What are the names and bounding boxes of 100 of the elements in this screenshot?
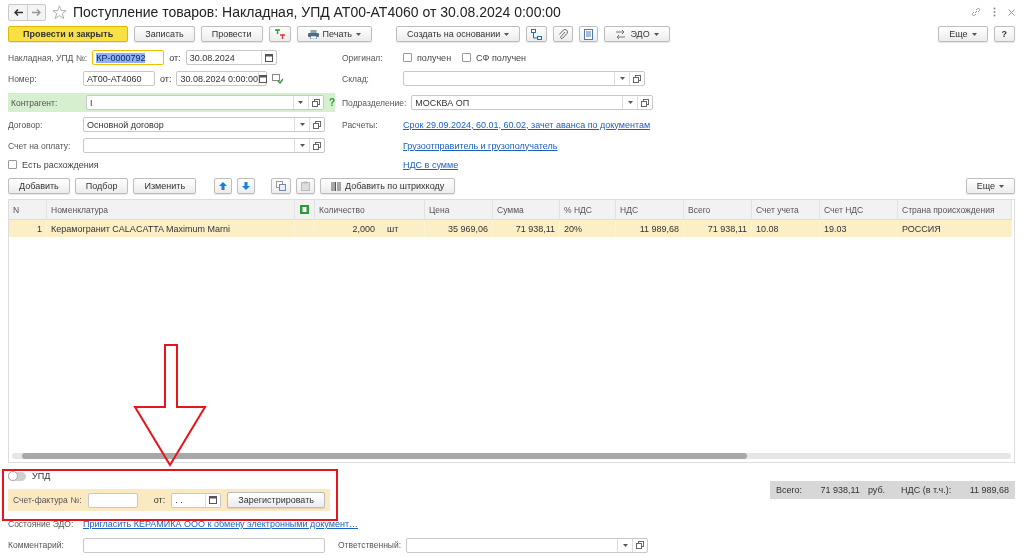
input-field[interactable]	[87, 492, 138, 508]
field-label: Склад:	[342, 73, 370, 84]
total-value: 71 938,11	[820, 485, 860, 495]
paperclip-icon	[558, 28, 569, 40]
printer-icon	[307, 29, 319, 39]
structure-button[interactable]	[526, 26, 548, 42]
shipper-link[interactable]: Грузоотправитель и грузополучатель	[403, 140, 558, 151]
field-label: Договор:	[8, 119, 44, 130]
scrollbar[interactable]	[12, 453, 1011, 459]
input-field[interactable]: 30.08.2024 0:00:00	[176, 71, 268, 86]
field-label: Комментарий:	[8, 540, 65, 550]
toggle-switch[interactable]	[8, 471, 26, 481]
checkbox[interactable]	[403, 53, 412, 62]
column-header[interactable]: Всего	[684, 200, 752, 220]
input-field[interactable]	[83, 537, 325, 553]
column-header[interactable]: НДС	[616, 200, 684, 220]
column-header[interactable]: Счет учета	[752, 200, 820, 220]
column-header[interactable]: Счет НДС	[820, 200, 898, 220]
document-list-button[interactable]	[579, 26, 599, 42]
add-by-barcode-button[interactable]: Добавить по штрихкоду	[320, 178, 456, 194]
input-field[interactable]	[83, 138, 325, 153]
create-based-on-button[interactable]: Создать на основании	[396, 26, 521, 42]
column-header[interactable]: % НДС	[560, 200, 616, 220]
column-header[interactable]: Номенклатура	[47, 200, 295, 220]
column-header[interactable]: Страна происхождения	[898, 200, 1012, 220]
input-field[interactable]: . .	[171, 492, 222, 508]
vat-link[interactable]: НДС в сумме	[403, 159, 459, 170]
register-button[interactable]: Зарегистрировать	[227, 492, 325, 508]
arrow-down-icon	[242, 182, 251, 190]
unit-label: шт	[386, 223, 399, 234]
open-icon	[313, 141, 321, 150]
field-label: Подразделение:	[342, 97, 407, 108]
input-field[interactable]: Основной договор	[83, 117, 325, 132]
link-icon[interactable]	[971, 7, 981, 17]
more-icon[interactable]	[993, 7, 996, 17]
field-label: от:	[153, 495, 166, 505]
barcode-icon	[331, 181, 342, 191]
star-icon[interactable]	[52, 4, 67, 20]
caret-icon	[653, 32, 659, 36]
field-label: Накладная, УПД №:	[8, 52, 88, 63]
input-field[interactable]: КР-0000792	[92, 50, 165, 65]
currency-label: руб.	[867, 485, 886, 495]
column-header[interactable]: Цена	[425, 200, 493, 220]
vat-label: НДС (в т.ч.):	[901, 485, 952, 495]
help-button[interactable]: ?	[993, 26, 1015, 42]
checkbox-label: получен	[417, 52, 452, 63]
post-and-close-button[interactable]: Провести и закрыть	[8, 26, 129, 42]
input-field[interactable]	[403, 71, 645, 86]
toolbar-button[interactable]: Подбор	[74, 178, 129, 194]
toolbar-button[interactable]: Добавить	[8, 178, 70, 194]
print-button[interactable]: Печать	[296, 26, 372, 42]
close-icon[interactable]	[1008, 8, 1015, 16]
input-field[interactable]: АТ00-АТ4060	[83, 71, 155, 86]
input-field[interactable]: I	[86, 95, 324, 110]
field-label: Состояние ЭДО:	[8, 519, 75, 529]
arrow-right-icon	[32, 8, 41, 16]
move-up-button[interactable]	[214, 178, 233, 194]
edo-invite-link[interactable]: Пригласить КЕРАМИКА ООО к обмену электронными документ…	[83, 519, 359, 529]
calendar-icon	[264, 53, 273, 62]
structure-icon	[531, 28, 543, 40]
open-icon	[636, 541, 645, 549]
field-label: Оригинал:	[342, 52, 384, 63]
edo-button[interactable]: ЭДО	[604, 26, 670, 42]
more-button[interactable]: Еще	[938, 26, 988, 42]
column-header[interactable]: Количество	[315, 200, 425, 220]
input-field[interactable]: МОСКВА ОП	[411, 95, 654, 110]
field-label: от:	[160, 73, 172, 84]
field-label: Расчеты:	[342, 119, 379, 130]
more-button[interactable]: Еще	[965, 178, 1015, 194]
table-cell: Керамогранит CALACATTA Maximum Marni	[47, 220, 295, 237]
caret-icon	[971, 32, 977, 36]
field-label: Счет-фактура №:	[13, 495, 82, 505]
caret-icon	[299, 123, 305, 126]
toolbar-button[interactable]: Изменить	[133, 178, 197, 194]
check-document-icon[interactable]	[272, 73, 284, 84]
field-label: Ответственный:	[338, 540, 402, 550]
paste-button[interactable]	[296, 178, 316, 194]
column-header[interactable]: Сумма	[493, 200, 560, 220]
save-button[interactable]: Записать	[134, 26, 195, 42]
document-icon	[584, 28, 594, 40]
column-header[interactable]: N	[9, 200, 47, 220]
caret-icon	[619, 77, 625, 80]
calendar-icon	[209, 496, 218, 504]
attachment-button[interactable]	[553, 26, 574, 42]
open-icon	[311, 98, 320, 107]
table-cell: 71 938,11	[493, 220, 560, 237]
move-down-button[interactable]	[237, 178, 256, 194]
caret-icon	[622, 543, 628, 547]
settlements-link[interactable]: Срок 29.09.2024, 60.01, 60.02, зачет аванса по документам	[403, 119, 651, 130]
field-label: от:	[169, 52, 181, 63]
open-icon	[641, 98, 650, 107]
post-button[interactable]: Провести	[200, 26, 263, 42]
checkbox[interactable]	[462, 53, 472, 62]
ledger-button[interactable]	[268, 26, 291, 42]
total-label: Всего:	[776, 485, 803, 495]
toggle-label: УПД	[32, 471, 51, 481]
input-field[interactable]: 30.08.2024	[185, 50, 277, 65]
copy-button[interactable]	[271, 178, 292, 194]
input-field[interactable]	[406, 537, 649, 553]
checkbox[interactable]	[8, 160, 17, 169]
